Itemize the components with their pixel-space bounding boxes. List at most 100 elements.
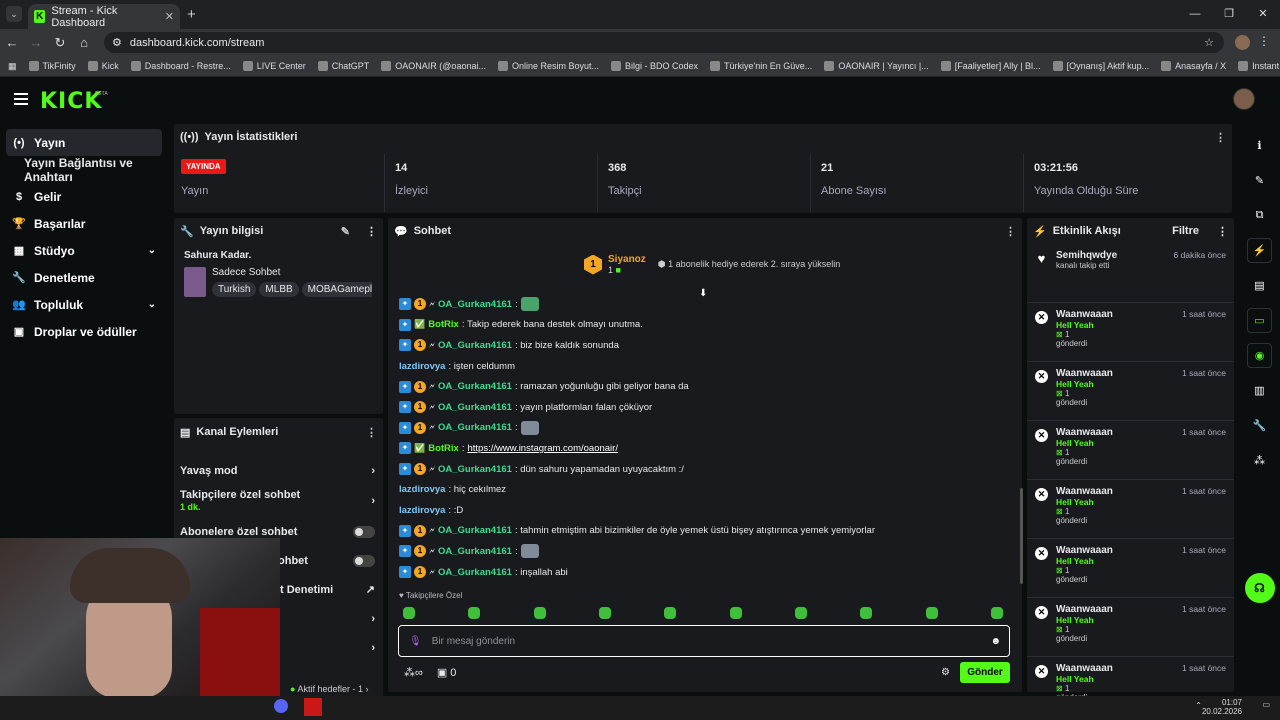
emote-bar-item[interactable] <box>925 607 938 619</box>
emote-bar-item[interactable] <box>990 607 1003 619</box>
bookmark-item[interactable]: Türkiye'nin En Güve... <box>710 61 812 71</box>
apps-grid-icon[interactable]: ▦ <box>8 61 17 72</box>
followers-only-item[interactable]: Takipçilere özel sohbet 1 dk. › <box>174 485 383 517</box>
emote-bar-item[interactable] <box>403 607 415 619</box>
emote-bar-item[interactable] <box>598 607 611 619</box>
slow-mode-item[interactable]: Yavaş mod › <box>174 456 383 485</box>
pencil-icon[interactable]: ✎ <box>1247 168 1272 193</box>
event-user[interactable]: Waanwaaan <box>1056 545 1113 556</box>
sidebar-item-stream-key[interactable]: Yayın Bağlantısı ve Anahtarı <box>0 156 168 184</box>
subs-only-toggle[interactable] <box>353 525 375 538</box>
mic-icon[interactable]: 🎙 <box>409 636 422 647</box>
maximize-button[interactable]: ❐ <box>1212 0 1246 29</box>
bookmark-item[interactable]: [Faaliyetler] Ally | Bl... <box>940 61 1041 71</box>
active-goals[interactable]: ● Aktif hedefler - 1 › <box>290 684 368 694</box>
chat-toggle[interactable] <box>353 554 375 567</box>
browser-menu-icon[interactable]: ⋮ <box>1258 34 1270 48</box>
event-user[interactable]: Semihqwdye <box>1056 250 1117 261</box>
bookmark-item[interactable]: LIVE Center <box>242 61 306 71</box>
chat-username[interactable]: lazdirovya <box>399 361 445 372</box>
chat-username[interactable]: BotRix <box>428 319 459 330</box>
broadcast-widget-icon[interactable]: ◉ <box>1247 343 1272 368</box>
bookmark-item[interactable]: ChatGPT <box>317 61 369 71</box>
crop-icon[interactable]: ⧉ <box>1247 203 1272 228</box>
filter-button[interactable]: Filtre <box>1172 225 1199 237</box>
chat-username[interactable]: OA_Gurkan4161 <box>438 464 512 475</box>
emote-bar-item[interactable] <box>664 607 677 619</box>
chat-settings-icon[interactable]: ⚙ <box>941 667 950 678</box>
close-tab-icon[interactable]: ✕ <box>165 10 174 23</box>
event-user[interactable]: Waanwaaan <box>1056 604 1113 615</box>
bookmark-item[interactable]: Online Resim Boyut... <box>497 61 599 71</box>
tag-pill[interactable]: MLBB <box>259 282 299 297</box>
tag-pill[interactable]: Turkish <box>212 282 257 297</box>
chat-menu-icon[interactable]: ⋮ <box>1005 225 1016 238</box>
kick-logo[interactable]: KICK <box>40 89 102 114</box>
chat-username[interactable]: OA_Gurkan4161 <box>438 340 512 351</box>
panel-layout-icon[interactable]: ▥ <box>1247 378 1272 403</box>
event-user[interactable]: Waanwaaan <box>1056 427 1113 438</box>
chat-username[interactable]: lazdirovya <box>399 484 445 495</box>
emoji-icon[interactable]: ☻ <box>990 636 1001 647</box>
chat-scrollbar[interactable] <box>1020 488 1023 584</box>
sidebar-item-yayin[interactable]: (•) Yayın <box>6 129 162 156</box>
bookmark-item[interactable]: OAONAIR (@oaonai... <box>381 61 486 71</box>
sidebar-item-gelir[interactable]: $ Gelir <box>0 183 168 210</box>
document-icon[interactable]: ▤ <box>1247 273 1272 298</box>
chat-input[interactable]: 🎙 Bir mesaj gönderin ☻ <box>398 625 1010 657</box>
browser-tab[interactable]: K Stream - Kick Dashboard ✕ <box>28 4 180 29</box>
bookmark-item[interactable]: Kick <box>87 61 119 71</box>
bookmark-star-icon[interactable]: ☆ <box>1204 36 1214 49</box>
chat-username[interactable]: OA_Gurkan4161 <box>438 402 512 413</box>
chat-username[interactable]: OA_Gurkan4161 <box>438 525 512 536</box>
info-icon[interactable]: ℹ <box>1247 133 1272 158</box>
chat-username[interactable]: OA_Gurkan4161 <box>438 567 512 578</box>
url-input[interactable]: ⚙ dashboard.kick.com/stream ☆ <box>104 32 1224 53</box>
back-arrow-icon[interactable]: ← <box>0 35 24 50</box>
bookmark-item[interactable]: TikFinity <box>28 61 76 71</box>
user-avatar[interactable] <box>1233 88 1255 110</box>
community-icon[interactable]: ⁂ <box>1247 448 1272 473</box>
chat-username[interactable]: lazdirovya <box>399 505 445 516</box>
minimize-button[interactable]: — <box>1178 0 1212 29</box>
pinned-user[interactable]: Siyanoz <box>608 254 646 265</box>
lightning-widget-icon[interactable]: ⚡ <box>1247 238 1272 263</box>
event-user[interactable]: Waanwaaan <box>1056 309 1113 320</box>
menu-hamburger-icon[interactable] <box>14 93 28 105</box>
chat-username[interactable]: OA_Gurkan4161 <box>438 546 512 557</box>
sidebar-item-studyo[interactable]: ▦ Stüdyo ⌄ <box>0 237 168 264</box>
tools-icon[interactable]: 🔧 <box>1247 413 1272 438</box>
points-counter[interactable]: ▣ 0 <box>437 666 457 679</box>
chat-link[interactable]: https://www.instagram.com/oaonair/ <box>467 443 617 454</box>
tag-pill[interactable]: MOBAGamepla <box>301 282 372 297</box>
forward-arrow-icon[interactable]: → <box>24 35 48 50</box>
bookmark-item[interactable]: Anasayfa / X <box>1161 61 1226 71</box>
kanal-menu-icon[interactable]: ⋮ <box>366 426 377 439</box>
sidebar-item-topluluk[interactable]: 👥 Topluluk ⌄ <box>0 291 168 318</box>
chat-username[interactable]: OA_Gurkan4161 <box>438 381 512 392</box>
bookmark-item[interactable]: [Oynanış] Aktif kup... <box>1052 61 1149 71</box>
emote-bar-item[interactable] <box>794 607 807 619</box>
sidebar-item-droplar[interactable]: ▣ Droplar ve ödüller <box>0 318 168 345</box>
sidebar-item-basarilar[interactable]: 🏆 Başarılar <box>0 210 168 237</box>
help-headset-icon[interactable]: ☊ <box>1244 573 1275 603</box>
site-info-icon[interactable]: ⚙ <box>112 36 122 49</box>
chat-widget-icon[interactable]: ▭ <box>1247 308 1272 333</box>
stats-menu-icon[interactable]: ⋮ <box>1215 131 1226 144</box>
chat-username[interactable]: OA_Gurkan4161 <box>438 422 512 433</box>
events-menu-icon[interactable]: ⋮ <box>1217 225 1228 238</box>
notification-icon[interactable]: ▭ <box>1262 700 1270 709</box>
profile-avatar-icon[interactable] <box>1235 35 1250 50</box>
bookmark-item[interactable]: Instant Background... <box>1238 61 1280 71</box>
reload-icon[interactable]: ↻ <box>48 35 72 51</box>
bookmark-item[interactable]: OAONAIR | Yayıncı |... <box>824 61 929 71</box>
emote-bar-item[interactable] <box>729 607 742 619</box>
info-menu-icon[interactable]: ⋮ <box>366 225 377 238</box>
new-tab-button[interactable]: + <box>187 6 196 23</box>
chat-username[interactable]: BotRix <box>428 443 459 454</box>
app-icon[interactable] <box>304 698 322 716</box>
bookmark-item[interactable]: Dashboard - Restre... <box>130 61 231 71</box>
emote-bar-item[interactable] <box>860 607 873 619</box>
home-icon[interactable]: ⌂ <box>72 35 96 50</box>
edit-pencil-icon[interactable]: ✎ <box>341 225 350 238</box>
